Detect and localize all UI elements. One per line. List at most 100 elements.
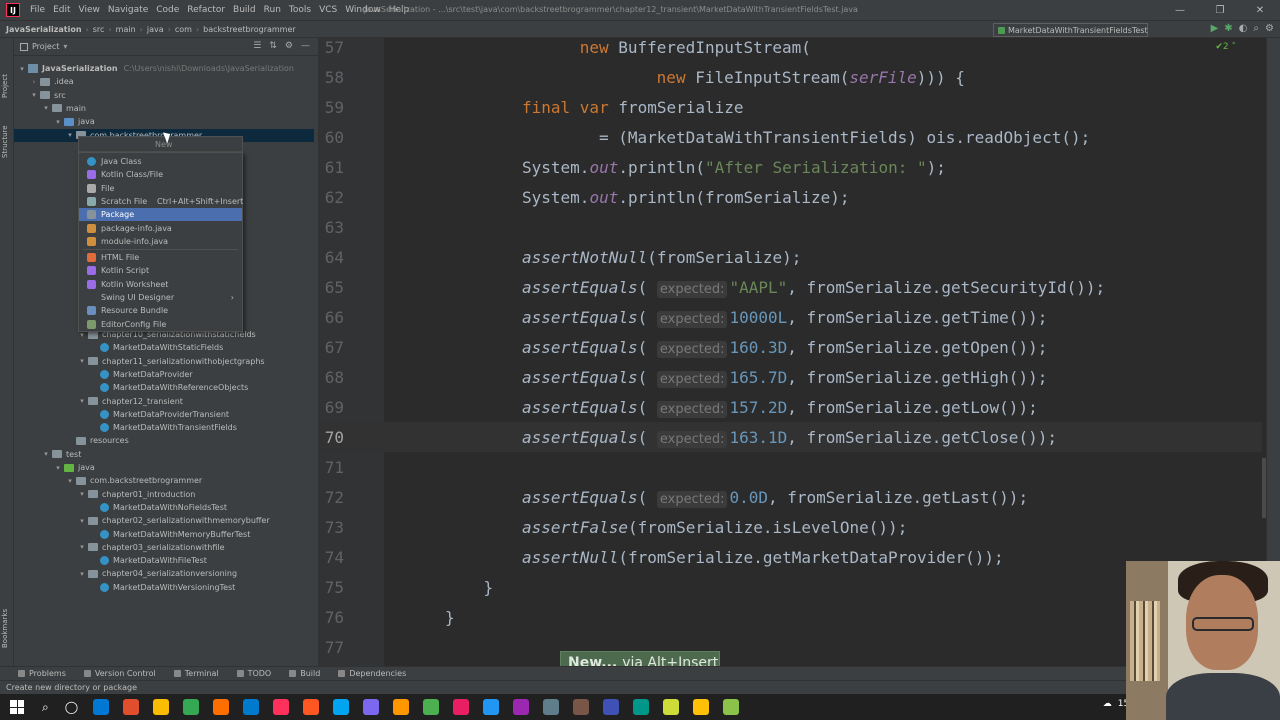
windows-start-icon[interactable] bbox=[10, 700, 24, 714]
stripe-project[interactable]: Project bbox=[1, 74, 9, 98]
stripe-bookmarks[interactable]: Bookmarks bbox=[1, 609, 9, 648]
breadcrumb-item[interactable]: src bbox=[93, 25, 105, 34]
menu-item-module-info-java[interactable]: module-info.java bbox=[79, 235, 242, 248]
menu-item-editorconfig-file[interactable]: EditorConfig File bbox=[79, 318, 242, 331]
menu-item-edit[interactable]: Edit bbox=[49, 5, 74, 15]
tree-node[interactable]: ▾ chapter11_serializationwithobjectgraphs bbox=[14, 355, 314, 368]
tree-node[interactable]: MarketDataWithStaticFields bbox=[14, 341, 314, 354]
code-text[interactable]: assertEquals( expected: 157.2D, fromSeria… bbox=[522, 398, 1038, 418]
taskbar-app-icon[interactable] bbox=[483, 699, 500, 715]
chevron-down-icon[interactable]: ▾ bbox=[66, 131, 74, 139]
project-panel-title[interactable]: Project bbox=[32, 42, 59, 51]
menu-item-run[interactable]: Run bbox=[260, 5, 285, 15]
minimize-icon[interactable]: — bbox=[1160, 0, 1200, 20]
menu-item-refactor[interactable]: Refactor bbox=[183, 5, 229, 15]
tree-node[interactable]: ▾ java bbox=[14, 115, 314, 128]
code-line[interactable]: 69 assertEquals( expected: 157.2D, fromSer… bbox=[320, 392, 1266, 422]
code-text[interactable]: new FileInputStream(serFile))) { bbox=[657, 68, 965, 87]
tree-node[interactable]: MarketDataWithMemoryBufferTest bbox=[14, 528, 314, 541]
code-line[interactable]: 57 new BufferedInputStream( bbox=[320, 38, 1266, 62]
code-text[interactable]: } bbox=[484, 578, 494, 597]
chevron-down-icon[interactable]: ▾ bbox=[66, 477, 74, 485]
taskbar-app-icon[interactable] bbox=[723, 699, 740, 715]
gear-icon[interactable]: ⚙ bbox=[285, 41, 293, 51]
expand-all-icon[interactable]: ☰ bbox=[253, 41, 261, 51]
taskbar-app-icon[interactable] bbox=[183, 699, 200, 715]
tool-version-control[interactable]: Version Control bbox=[83, 669, 156, 678]
code-line[interactable]: 68 assertEquals( expected: 165.7D, fromSer… bbox=[320, 362, 1266, 392]
code-line[interactable]: 66 assertEquals( expected: 10000L, fromSer… bbox=[320, 302, 1266, 332]
search-icon[interactable]: ⌕ bbox=[1253, 23, 1259, 34]
menu-item-build[interactable]: Build bbox=[229, 5, 260, 15]
code-line[interactable]: 74 assertNull(fromSerialize.getMarketData… bbox=[320, 542, 1266, 572]
breadcrumb-item[interactable]: main bbox=[116, 25, 136, 34]
breadcrumb-item[interactable]: backstreetbrogrammer bbox=[203, 25, 296, 34]
taskbar-app-icon[interactable] bbox=[333, 699, 350, 715]
code-text[interactable]: System.out.println("After Serialization:… bbox=[522, 158, 946, 177]
taskbar-app-icon[interactable] bbox=[93, 699, 110, 715]
tool-build[interactable]: Build bbox=[289, 669, 320, 678]
breadcrumb-item[interactable]: JavaSerialization bbox=[6, 25, 82, 34]
chevron-down-icon[interactable]: ▾ bbox=[42, 104, 50, 112]
run-icon[interactable]: ▶ bbox=[1211, 23, 1219, 34]
tree-node[interactable]: MarketDataProviderTransient bbox=[14, 408, 314, 421]
taskbar-app-icon[interactable] bbox=[123, 699, 140, 715]
tool-dependencies[interactable]: Dependencies bbox=[338, 669, 406, 678]
code-text[interactable]: assertEquals( expected: 163.1D, fromSeria… bbox=[522, 428, 1057, 448]
code-text[interactable]: assertFalse(fromSerialize.isLevelOne()); bbox=[522, 518, 907, 537]
hide-icon[interactable]: — bbox=[301, 41, 310, 51]
code-text[interactable]: = (MarketDataWithTransientFields) ois.re… bbox=[599, 128, 1090, 147]
chevron-down-icon[interactable]: ▾ bbox=[78, 517, 86, 525]
chevron-down-icon[interactable]: ▾ bbox=[78, 397, 86, 405]
taskbar-app-icon[interactable] bbox=[243, 699, 260, 715]
code-line[interactable]: 60 = (MarketDataWithTransientFields) ois.… bbox=[320, 122, 1266, 152]
menu-item-kotlin-script[interactable]: Kotlin Script bbox=[79, 264, 242, 277]
tree-node[interactable]: ▾ chapter12_transient bbox=[14, 395, 314, 408]
chevron-down-icon[interactable]: ▾ bbox=[78, 543, 86, 551]
chevron-down-icon[interactable]: ▾ bbox=[78, 490, 86, 498]
code-line[interactable]: 72 assertEquals( expected: 0.0D, fromSeria… bbox=[320, 482, 1266, 512]
taskbar-app-icon[interactable] bbox=[303, 699, 320, 715]
context-menu-new[interactable]: New bbox=[78, 136, 243, 152]
chevron-down-icon[interactable]: ▾ bbox=[54, 464, 62, 472]
menu-item-scratch-file[interactable]: Scratch File Ctrl+Alt+Shift+Insert bbox=[79, 195, 243, 208]
menu-item-file[interactable]: File bbox=[79, 182, 242, 195]
menu-item-kotlin-worksheet[interactable]: Kotlin Worksheet bbox=[79, 278, 242, 291]
taskbar-app-icon[interactable] bbox=[513, 699, 530, 715]
stripe-structure[interactable]: Structure bbox=[1, 125, 9, 158]
chevron-down-icon[interactable]: ▾ bbox=[18, 65, 26, 73]
debug-icon[interactable]: ✱ bbox=[1224, 23, 1232, 34]
coverage-icon[interactable]: ◐ bbox=[1239, 23, 1248, 34]
taskbar-app-icon[interactable] bbox=[363, 699, 380, 715]
chevron-right-icon[interactable]: › bbox=[30, 78, 38, 86]
chevron-down-icon[interactable]: ▾ bbox=[42, 450, 50, 458]
inspection-status-icon[interactable]: ✔2 ˄ bbox=[1215, 42, 1236, 52]
chevron-down-icon[interactable]: ▾ bbox=[78, 357, 86, 365]
tree-node[interactable]: MarketDataWithVersioningTest bbox=[14, 581, 314, 594]
chevron-down-icon[interactable]: ▾ bbox=[30, 91, 38, 99]
code-line[interactable]: 77 bbox=[320, 632, 1266, 662]
tree-node[interactable]: ▾ main bbox=[14, 102, 314, 115]
settings-icon[interactable]: ⚙ bbox=[1265, 23, 1274, 34]
taskbar-app-icon[interactable] bbox=[423, 699, 440, 715]
menu-item-package-info-java[interactable]: package-info.java bbox=[79, 222, 242, 235]
taskbar-app-icon[interactable] bbox=[213, 699, 230, 715]
tool-todo[interactable]: TODO bbox=[236, 669, 271, 678]
code-line[interactable]: 59 final var fromSerialize bbox=[320, 92, 1266, 122]
code-line[interactable]: 67 assertEquals( expected: 160.3D, fromSer… bbox=[320, 332, 1266, 362]
taskbar-app-icon[interactable] bbox=[453, 699, 470, 715]
taskbar-app-icon[interactable] bbox=[393, 699, 410, 715]
weather-icon[interactable]: ☁ bbox=[1103, 699, 1112, 709]
taskbar-app-icon[interactable] bbox=[573, 699, 590, 715]
tree-node[interactable]: MarketDataWithFileTest bbox=[14, 554, 314, 567]
menu-item-code[interactable]: Code bbox=[152, 5, 183, 15]
search-icon[interactable]: ⌕ bbox=[42, 700, 49, 715]
code-text[interactable]: assertNull(fromSerialize.getMarketDataPr… bbox=[522, 548, 1004, 567]
code-line[interactable]: 64 assertNotNull(fromSerialize); bbox=[320, 242, 1266, 272]
tree-node[interactable]: ▾ src bbox=[14, 89, 314, 102]
tool-problems[interactable]: Problems bbox=[18, 669, 66, 678]
taskbar-app-icon[interactable] bbox=[273, 699, 290, 715]
taskbar-app-icon[interactable] bbox=[633, 699, 650, 715]
tree-node[interactable]: ▾ JavaSerialization C:\Users\nishi\Downloa… bbox=[14, 62, 314, 75]
breadcrumb-item[interactable]: com bbox=[175, 25, 192, 34]
